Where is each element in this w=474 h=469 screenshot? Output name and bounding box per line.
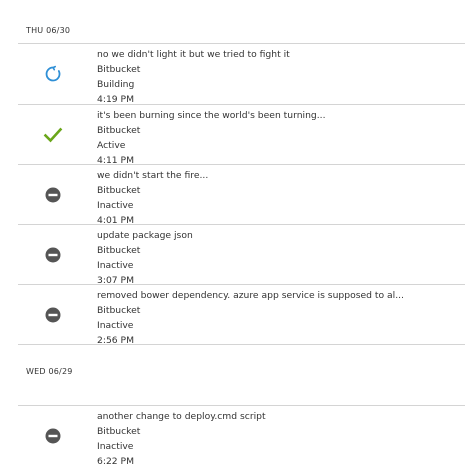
item-text: it's been burning since the world's been… xyxy=(97,108,326,168)
refresh-icon xyxy=(43,64,63,84)
list-item[interactable]: removed bower dependency. azure app serv… xyxy=(18,285,465,348)
source-label: Bitbucket xyxy=(97,305,141,316)
status-label: Inactive xyxy=(97,441,134,452)
status-label: Active xyxy=(97,140,126,151)
commit-message: another change to deploy.cmd script xyxy=(97,411,266,422)
item-text: update package json Bitbucket Inactive 3… xyxy=(97,228,193,288)
minus-circle-icon xyxy=(43,245,63,265)
commit-message: removed bower dependency. azure app serv… xyxy=(97,290,404,301)
minus-circle-icon xyxy=(43,305,63,325)
date-header: THU 06/30 xyxy=(18,0,465,44)
source-label: Bitbucket xyxy=(97,426,141,437)
timestamp: 2:56 PM xyxy=(97,335,135,346)
item-text: removed bower dependency. azure app serv… xyxy=(97,288,404,348)
commit-message: no we didn't light it but we tried to fi… xyxy=(97,49,290,60)
item-text: no we didn't light it but we tried to fi… xyxy=(97,47,290,107)
date-header: WED 06/29 xyxy=(18,345,465,406)
list-item[interactable]: it's been burning since the world's been… xyxy=(18,105,465,168)
list-item[interactable]: another change to deploy.cmd script Bitb… xyxy=(18,406,465,469)
source-label: Bitbucket xyxy=(97,245,141,256)
commit-message: update package json xyxy=(97,230,193,241)
status-label: Building xyxy=(97,79,135,90)
status-label: Inactive xyxy=(97,320,134,331)
item-text: we didn't start the fire... Bitbucket In… xyxy=(97,168,208,228)
minus-circle-icon xyxy=(43,426,63,446)
source-label: Bitbucket xyxy=(97,64,141,75)
source-label: Bitbucket xyxy=(97,185,141,196)
item-text: another change to deploy.cmd script Bitb… xyxy=(97,409,266,469)
list-item[interactable]: update package json Bitbucket Inactive 3… xyxy=(18,225,465,288)
list-item[interactable]: we didn't start the fire... Bitbucket In… xyxy=(18,165,465,228)
checkmark-icon xyxy=(43,125,63,145)
list-item[interactable]: no we didn't light it but we tried to fi… xyxy=(18,44,465,105)
deployment-list: THU 06/30 no we didn't light it but we t… xyxy=(18,0,465,469)
status-label: Inactive xyxy=(97,260,134,271)
status-label: Inactive xyxy=(97,200,134,211)
source-label: Bitbucket xyxy=(97,125,141,136)
commit-message: we didn't start the fire... xyxy=(97,170,209,181)
minus-circle-icon xyxy=(43,185,63,205)
commit-message: it's been burning since the world's been… xyxy=(97,110,326,121)
